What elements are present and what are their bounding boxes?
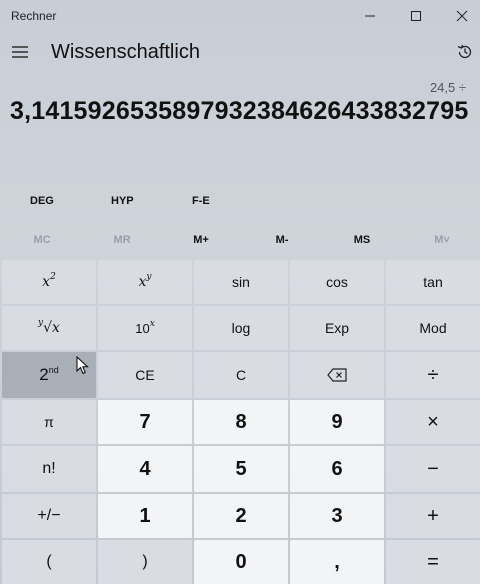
app-title: Rechner xyxy=(11,9,57,23)
mr-button[interactable]: MR xyxy=(92,234,152,246)
mouse-pointer-icon xyxy=(76,356,89,375)
decimal-key[interactable]: , xyxy=(290,540,384,584)
plus-key[interactable]: + xyxy=(386,494,480,538)
digit-0-key[interactable]: 0 xyxy=(194,540,288,584)
hamburger-icon xyxy=(12,46,28,58)
second-function-label: 2nd xyxy=(39,365,59,384)
fe-button[interactable]: F-E xyxy=(192,195,210,207)
sin-key[interactable]: sin xyxy=(194,260,288,304)
maximize-icon xyxy=(411,11,421,21)
x-power-y-label: xy xyxy=(138,272,152,290)
log-key[interactable]: log xyxy=(194,306,288,350)
open-paren-key[interactable]: ( xyxy=(2,540,96,584)
cos-key[interactable]: cos xyxy=(290,260,384,304)
multiply-key[interactable]: × xyxy=(386,400,480,444)
minimize-button[interactable] xyxy=(347,0,393,32)
close-paren-key[interactable]: ) xyxy=(98,540,192,584)
tan-key[interactable]: tan xyxy=(386,260,480,304)
history-icon xyxy=(457,44,472,59)
digit-1-key[interactable]: 1 xyxy=(98,494,192,538)
clear-key[interactable]: C xyxy=(194,352,288,398)
title-bar: Rechner xyxy=(0,0,480,34)
mode-row: DEG HYP F-E xyxy=(0,191,480,213)
ms-button[interactable]: MS xyxy=(332,234,392,246)
header: Wissenschaftlich xyxy=(0,34,480,74)
digit-5-key[interactable]: 5 xyxy=(194,446,288,492)
clear-entry-key[interactable]: CE xyxy=(98,352,192,398)
minimize-icon xyxy=(365,15,375,17)
result-display: 3,1415926535897932384626433832795 xyxy=(10,97,469,125)
memory-row: MC MR M+ M- MS M˅ xyxy=(0,230,480,252)
x-squared-key[interactable]: x2 xyxy=(2,260,96,304)
ten-power-x-label: 10x xyxy=(135,318,155,336)
factorial-key[interactable]: n! xyxy=(2,446,96,492)
divide-key[interactable]: ÷ xyxy=(386,352,480,398)
deg-button[interactable]: DEG xyxy=(30,195,54,207)
expression-display: 24,5 ÷ xyxy=(429,80,466,95)
digit-9-key[interactable]: 9 xyxy=(290,400,384,444)
x-squared-label: x2 xyxy=(42,272,56,290)
m-minus-button[interactable]: M- xyxy=(252,234,312,246)
backspace-key[interactable] xyxy=(290,352,384,398)
close-icon xyxy=(456,10,468,22)
digit-3-key[interactable]: 3 xyxy=(290,494,384,538)
second-function-key[interactable]: 2nd xyxy=(2,352,96,398)
digit-8-key[interactable]: 8 xyxy=(194,400,288,444)
hyp-button[interactable]: HYP xyxy=(111,195,134,207)
digit-2-key[interactable]: 2 xyxy=(194,494,288,538)
close-button[interactable] xyxy=(439,0,480,32)
ten-power-x-key[interactable]: 10x xyxy=(98,306,192,350)
menu-button[interactable] xyxy=(6,38,34,66)
yroot-x-key[interactable]: y√x xyxy=(2,306,96,350)
x-power-y-key[interactable]: xy xyxy=(98,260,192,304)
backspace-icon xyxy=(327,368,347,382)
mode-title: Wissenschaftlich xyxy=(51,41,200,63)
equals-key[interactable]: = xyxy=(386,540,480,584)
mod-key[interactable]: Mod xyxy=(386,306,480,350)
minus-key[interactable]: − xyxy=(386,446,480,492)
m-plus-button[interactable]: M+ xyxy=(171,234,231,246)
digit-6-key[interactable]: 6 xyxy=(290,446,384,492)
digit-4-key[interactable]: 4 xyxy=(98,446,192,492)
pi-key[interactable]: π xyxy=(2,400,96,444)
mc-button[interactable]: MC xyxy=(12,234,72,246)
memory-list-button[interactable]: M˅ xyxy=(412,234,472,246)
exp-key[interactable]: Exp xyxy=(290,306,384,350)
history-button[interactable] xyxy=(452,38,478,66)
maximize-button[interactable] xyxy=(393,0,439,32)
keypad: x2 xy sin cos tan y√x 10x log Exp Mod 2n… xyxy=(2,260,480,584)
yroot-x-label: y√x xyxy=(38,318,60,336)
digit-7-key[interactable]: 7 xyxy=(98,400,192,444)
negate-key[interactable]: +/− xyxy=(2,494,96,538)
